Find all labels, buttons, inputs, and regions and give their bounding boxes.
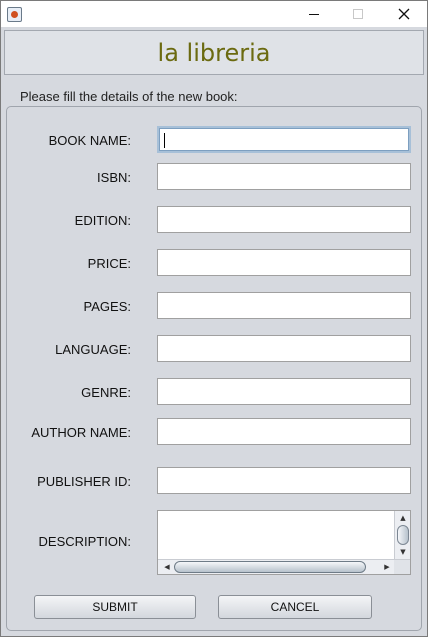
scroll-left-arrow-icon[interactable]: ◀ [160, 560, 174, 574]
submit-button[interactable]: SUBMIT [34, 595, 196, 619]
header-banner: la libreria [4, 30, 424, 75]
app-title: la libreria [157, 39, 271, 67]
description-textarea[interactable] [158, 511, 394, 559]
add-book-window: la libreria Please fill the details of t… [0, 0, 428, 637]
book-name-label: BOOK NAME: [48, 133, 131, 148]
isbn-label: ISBN: [97, 170, 131, 185]
horizontal-scroll-thumb[interactable] [174, 561, 366, 573]
author-name-label: AUTHOR NAME: [31, 425, 131, 440]
scroll-right-arrow-icon[interactable]: ▶ [380, 560, 394, 574]
publisher-id-label: PUBLISHER ID: [37, 474, 131, 489]
vertical-scrollbar[interactable]: ▲ ▼ [394, 511, 410, 559]
price-label: PRICE: [87, 256, 131, 271]
book-details-panel: BOOK NAME: ISBN: EDITION: PRICE: PAGES: … [6, 106, 422, 631]
scrollbar-corner [394, 560, 410, 574]
edition-label: EDITION: [74, 213, 131, 228]
pages-label: PAGES: [83, 299, 131, 314]
form-instruction: Please fill the details of the new book: [20, 89, 238, 104]
title-bar [1, 1, 427, 27]
scroll-up-arrow-icon[interactable]: ▲ [395, 512, 411, 524]
book-name-field[interactable] [157, 126, 411, 153]
minimize-button[interactable] [291, 1, 337, 27]
java-app-icon [7, 7, 22, 22]
language-field[interactable] [157, 335, 411, 362]
close-button[interactable] [381, 1, 427, 27]
horizontal-scrollbar[interactable]: ◀ ▶ [158, 559, 410, 574]
scroll-down-arrow-icon[interactable]: ▼ [395, 546, 411, 558]
language-label: LANGUAGE: [55, 342, 131, 357]
isbn-field[interactable] [157, 163, 411, 190]
text-caret [164, 133, 165, 148]
price-field[interactable] [157, 249, 411, 276]
minimize-icon [309, 13, 319, 15]
content-area: la libreria Please fill the details of t… [1, 27, 427, 636]
close-icon [398, 8, 410, 20]
edition-field[interactable] [157, 206, 411, 233]
description-scroll-pane: ▲ ▼ ◀ ▶ [157, 510, 411, 575]
cancel-button[interactable]: CANCEL [218, 595, 372, 619]
publisher-id-field[interactable] [157, 467, 411, 494]
description-label: DESCRIPTION: [38, 534, 131, 549]
pages-field[interactable] [157, 292, 411, 319]
genre-label: GENRE: [81, 385, 131, 400]
vertical-scroll-thumb[interactable] [397, 525, 409, 545]
author-name-field[interactable] [157, 418, 411, 445]
maximize-button[interactable] [335, 1, 381, 27]
maximize-icon [353, 9, 363, 19]
genre-field[interactable] [157, 378, 411, 405]
